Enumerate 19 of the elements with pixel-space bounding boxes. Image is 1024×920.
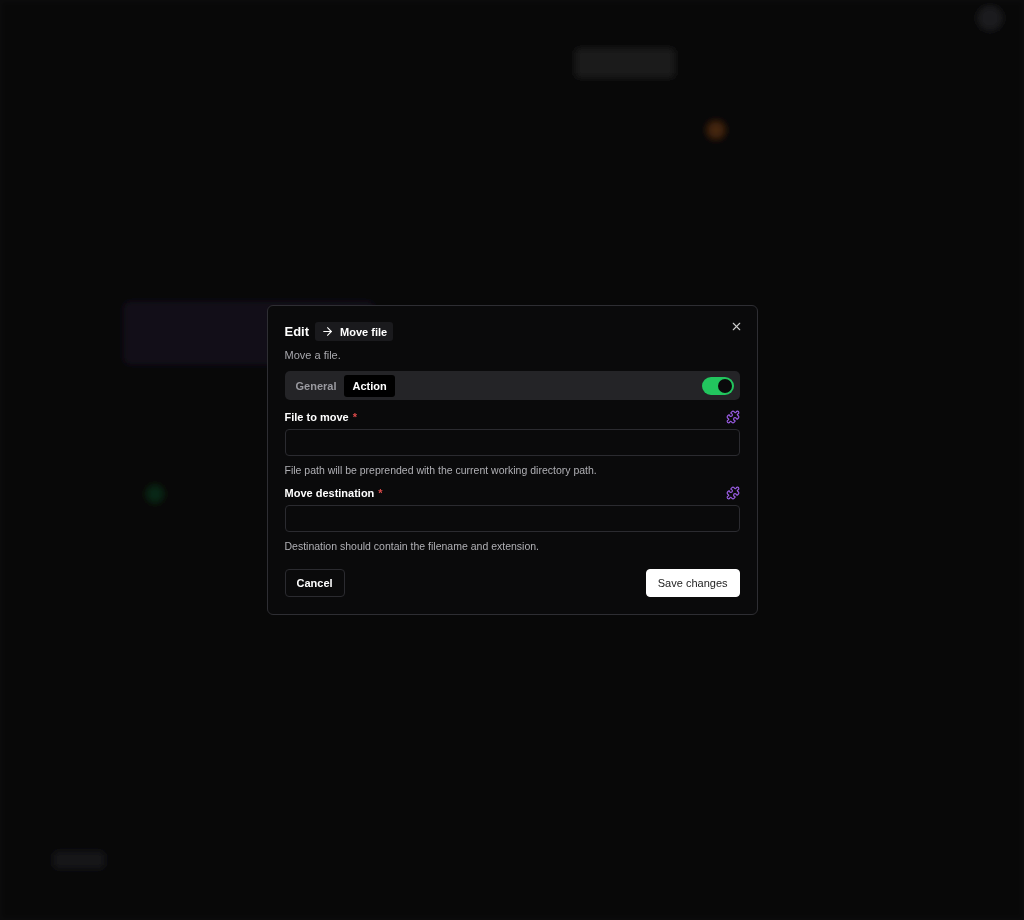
action-chip-label: Move file [340,325,388,338]
dialog-title: Edit [284,324,310,339]
tab[interactable]: General [287,374,345,397]
cancel-button[interactable]: Cancel [284,569,345,597]
field-label: File to move [284,411,349,423]
save-button[interactable]: Save changes [645,569,740,597]
dialog-description: Move a file. [284,349,342,361]
input-field[interactable] [284,429,740,456]
field-label: Move destination [284,487,375,499]
arrow-right-icon [321,325,335,338]
field-hint: Destination should contain the filename and extension. [284,540,540,552]
toggle-switch[interactable] [701,376,734,395]
field-hint: File path will be preprended with the current working directory path. [284,464,598,476]
puzzle-icon[interactable] [725,486,740,500]
input-field[interactable] [284,505,740,532]
required-mark: * [378,487,383,499]
puzzle-icon[interactable] [725,410,740,424]
required-mark: * [352,411,357,423]
tab[interactable]: Action [344,374,395,397]
